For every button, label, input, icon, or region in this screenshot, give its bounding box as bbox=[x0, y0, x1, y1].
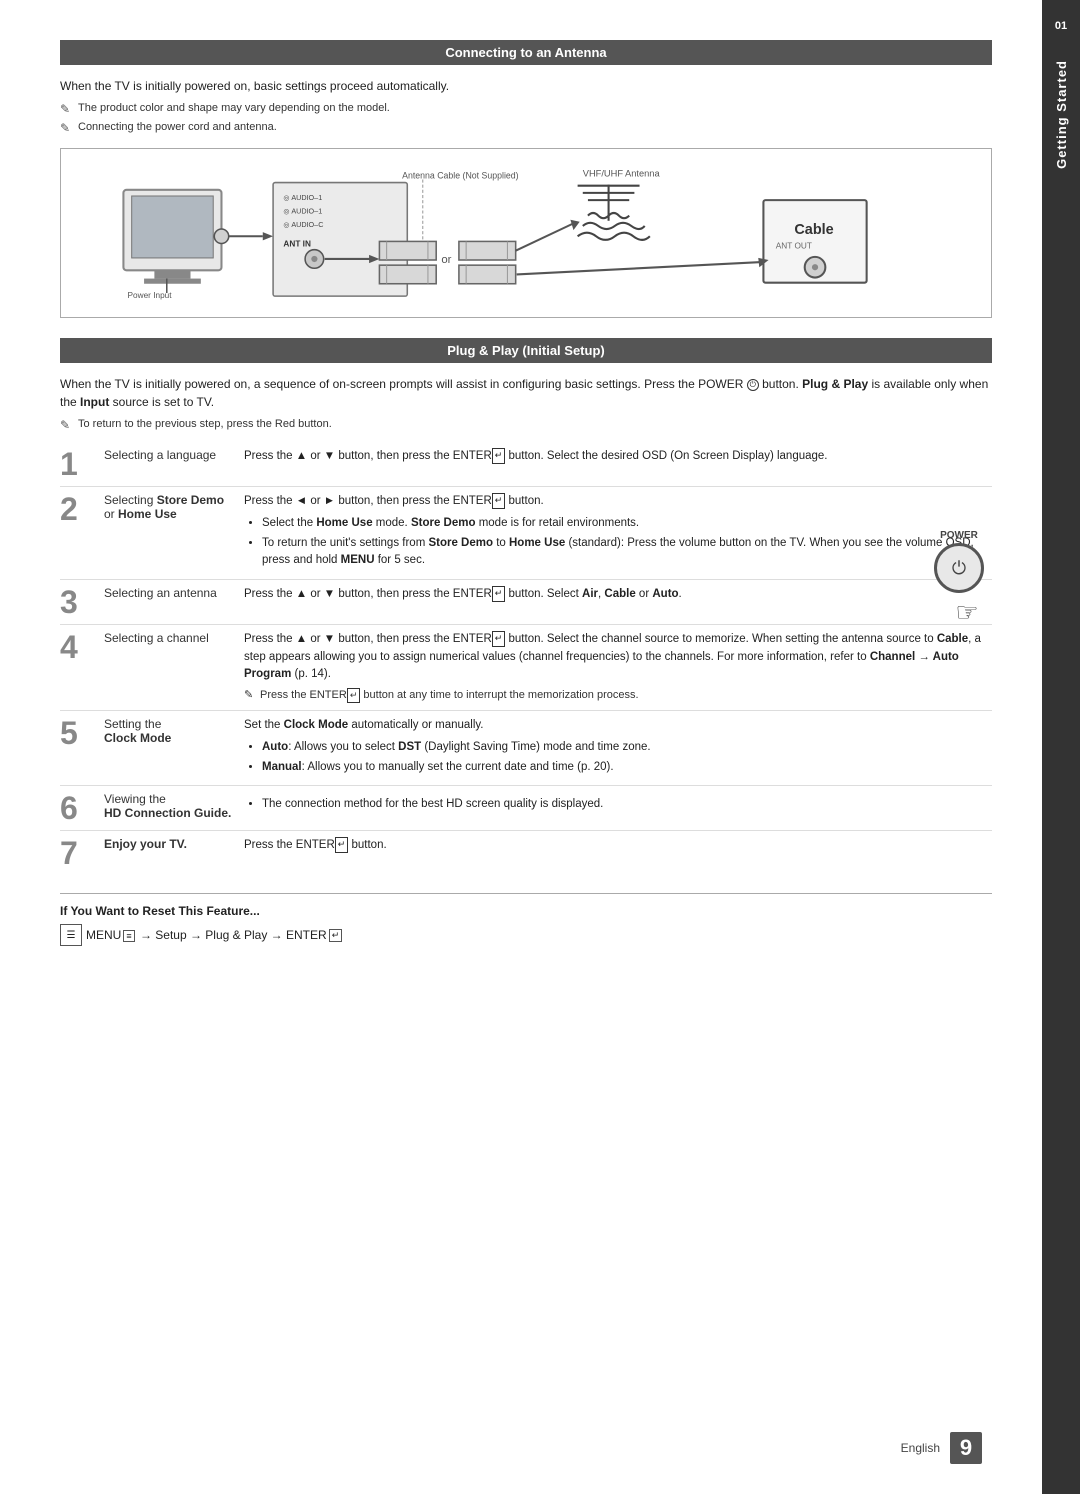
antenna-intro: When the TV is initially powered on, bas… bbox=[60, 77, 992, 95]
step-title-2: Selecting Store Demoor Home Use bbox=[100, 487, 240, 580]
step-row-3: 3 Selecting an antenna Press the ▲ or ▼ … bbox=[60, 579, 992, 624]
menu-path-text: MENU≡ → Setup → Plug & Play → ENTER↵ bbox=[86, 928, 342, 942]
reset-title: If You Want to Reset This Feature... bbox=[60, 904, 992, 918]
step-desc-4: Press the ▲ or ▼ button, then press the … bbox=[240, 624, 992, 710]
step-desc-6: The connection method for the best HD sc… bbox=[240, 786, 992, 831]
page-container: Connecting to an Antenna When the TV is … bbox=[0, 0, 1080, 1494]
svg-text:Power Input: Power Input bbox=[128, 291, 173, 300]
step-title-7: Enjoy your TV. bbox=[100, 831, 240, 876]
steps-table: 1 Selecting a language Press the ▲ or ▼ … bbox=[60, 442, 992, 875]
step-desc-3: Press the ▲ or ▼ button, then press the … bbox=[240, 579, 992, 624]
step-number-5: 5 bbox=[60, 710, 100, 785]
hand-pointing-icon: ☞ bbox=[955, 597, 978, 628]
plug-play-note: To return to the previous step, press th… bbox=[60, 417, 992, 432]
reset-menu-path: ☰ MENU≡ → Setup → Plug & Play → ENTER↵ bbox=[60, 924, 992, 946]
step-2-bullet-1: Select the Home Use mode. Store Demo mod… bbox=[262, 515, 988, 532]
step-5-bullet-2: Manual: Allows you to manually set the c… bbox=[262, 759, 988, 776]
antenna-diagram-svg: Power Input ◎ AUDIO–1 ◎ AUDIO–1 ◎ AUDIO–… bbox=[76, 164, 976, 324]
plug-play-intro: When the TV is initially powered on, a s… bbox=[60, 375, 992, 411]
step-desc-5: Set the Clock Mode automatically or manu… bbox=[240, 710, 992, 785]
step-title-6: Viewing theHD Connection Guide. bbox=[100, 786, 240, 831]
step-row-6: 6 Viewing theHD Connection Guide. The co… bbox=[60, 786, 992, 831]
step-5-bullet-1: Auto: Allows you to select DST (Daylight… bbox=[262, 739, 988, 756]
antenna-section-header: Connecting to an Antenna bbox=[60, 40, 992, 65]
step-desc-7: Press the ENTER↵ button. bbox=[240, 831, 992, 876]
step-6-bullets: The connection method for the best HD sc… bbox=[262, 796, 988, 813]
step-5-bullets: Auto: Allows you to select DST (Daylight… bbox=[262, 739, 988, 777]
antenna-title: Connecting to an Antenna bbox=[445, 45, 606, 60]
step-title-1: Selecting a language bbox=[100, 442, 240, 487]
step-desc-2: Press the ◄ or ► button, then press the … bbox=[240, 487, 992, 580]
step-title-3: Selecting an antenna bbox=[100, 579, 240, 624]
step-2-bullets: Select the Home Use mode. Store Demo mod… bbox=[262, 515, 988, 570]
svg-text:VHF/UHF Antenna: VHF/UHF Antenna bbox=[583, 168, 661, 178]
svg-text:◎ AUDIO–1: ◎ AUDIO–1 bbox=[283, 206, 322, 215]
plug-play-header: Plug & Play (Initial Setup) bbox=[60, 338, 992, 363]
step-row-1: 1 Selecting a language Press the ▲ or ▼ … bbox=[60, 442, 992, 487]
main-content: Connecting to an Antenna When the TV is … bbox=[0, 0, 1042, 1494]
svg-text:◎ AUDIO–1: ◎ AUDIO–1 bbox=[283, 193, 322, 202]
step-row-5: 5 Setting theClock Mode Set the Clock Mo… bbox=[60, 710, 992, 785]
step-title-4: Selecting a channel bbox=[100, 624, 240, 710]
step-number-4: 4 bbox=[60, 624, 100, 710]
antenna-note-1: The product color and shape may vary dep… bbox=[60, 101, 992, 116]
step-row-4: 4 Selecting a channel Press the ▲ or ▼ b… bbox=[60, 624, 992, 710]
step-row-2: 2 Selecting Store Demoor Home Use Press … bbox=[60, 487, 992, 580]
menu-icon: ☰ bbox=[60, 924, 82, 946]
plug-play-title: Plug & Play (Initial Setup) bbox=[447, 343, 604, 358]
step-row-7: 7 Enjoy your TV. Press the ENTER↵ button… bbox=[60, 831, 992, 876]
footer-language: English bbox=[901, 1441, 940, 1455]
page-number: 9 bbox=[950, 1432, 982, 1464]
reset-section: If You Want to Reset This Feature... ☰ M… bbox=[60, 893, 992, 946]
step-number-1: 1 bbox=[60, 442, 100, 487]
svg-text:Antenna Cable (Not Supplied): Antenna Cable (Not Supplied) bbox=[402, 170, 519, 180]
step-number-2: 2 bbox=[60, 487, 100, 580]
power-button-icon: ⏻ bbox=[934, 543, 984, 593]
antenna-diagram: Power Input ◎ AUDIO–1 ◎ AUDIO–1 ◎ AUDIO–… bbox=[60, 148, 992, 318]
step-6-bullet-1: The connection method for the best HD sc… bbox=[262, 796, 988, 813]
chapter-title: Getting Started bbox=[1054, 60, 1069, 169]
step-4-note: Press the ENTER↵ button at any time to i… bbox=[244, 688, 988, 704]
svg-text:ANT OUT: ANT OUT bbox=[776, 241, 812, 250]
step-number-3: 3 bbox=[60, 579, 100, 624]
footer: English 9 bbox=[901, 1432, 982, 1464]
svg-text:Cable: Cable bbox=[794, 222, 833, 238]
step-number-6: 6 bbox=[60, 786, 100, 831]
svg-text:or: or bbox=[441, 254, 451, 266]
antenna-note-2: Connecting the power cord and antenna. bbox=[60, 120, 992, 135]
power-label: POWER bbox=[940, 530, 978, 541]
step-2-bullet-2: To return the unit's settings from Store… bbox=[262, 535, 988, 570]
power-illustration: POWER ⏻ ☞ bbox=[934, 530, 984, 628]
side-tab: 01 Getting Started bbox=[1042, 0, 1080, 1494]
svg-text:ANT IN: ANT IN bbox=[283, 239, 311, 248]
chapter-number: 01 bbox=[1055, 20, 1067, 32]
svg-text:◎ AUDIO–C: ◎ AUDIO–C bbox=[283, 220, 323, 229]
step-title-5: Setting theClock Mode bbox=[100, 710, 240, 785]
step-number-7: 7 bbox=[60, 831, 100, 876]
step-desc-1: Press the ▲ or ▼ button, then press the … bbox=[240, 442, 992, 487]
